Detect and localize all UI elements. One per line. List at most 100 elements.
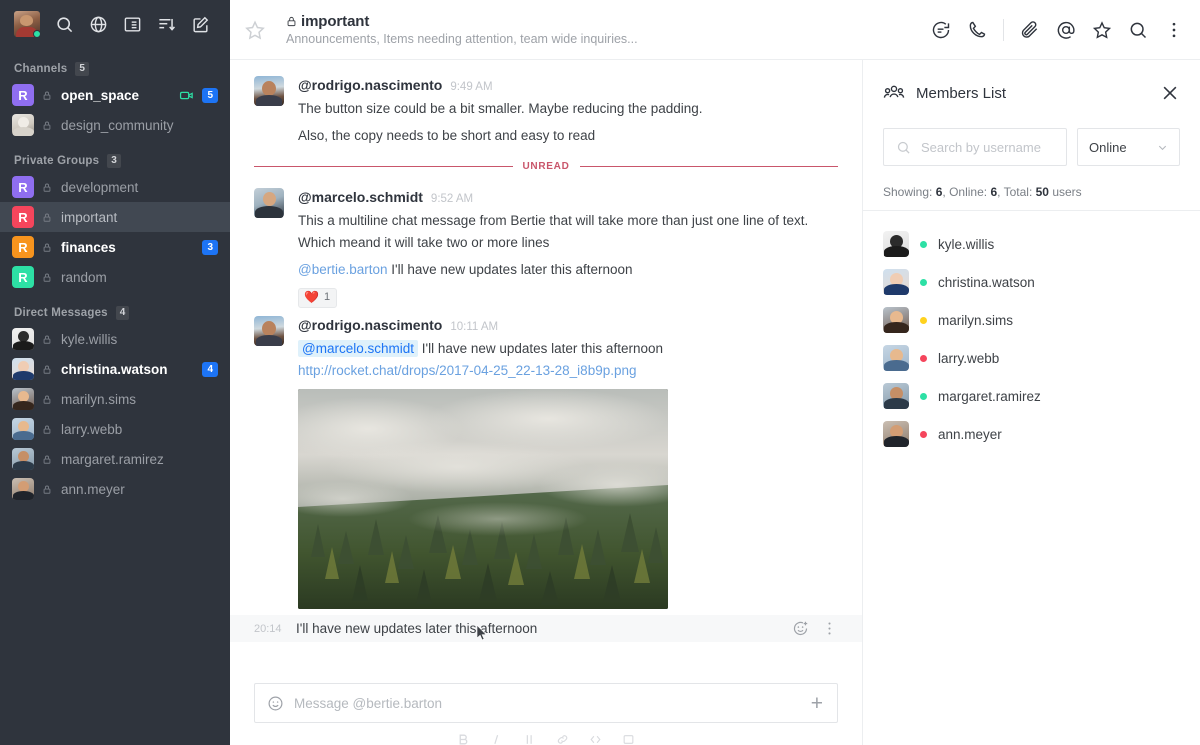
sidebar-item-important[interactable]: Rimportant xyxy=(0,202,230,232)
attachments-icon[interactable] xyxy=(1020,20,1040,40)
sidebar-item-label: important xyxy=(61,210,218,225)
status-filter-select[interactable]: Online xyxy=(1077,128,1180,166)
sidebar-item-finances[interactable]: Rfinances3 xyxy=(0,232,230,262)
avatar xyxy=(12,448,34,470)
threads-icon[interactable] xyxy=(931,20,951,40)
member-username: christina.watson xyxy=(938,275,1035,290)
starred-icon[interactable] xyxy=(1092,20,1112,40)
sidebar-section-count: 3 xyxy=(107,154,121,168)
sort-icon[interactable] xyxy=(156,14,176,34)
sidebar-item-margaret-ramirez[interactable]: margaret.ramirez xyxy=(0,444,230,474)
members-search[interactable] xyxy=(883,128,1067,166)
multiline-icon[interactable] xyxy=(622,733,635,745)
sidebar-item-open-space[interactable]: Ropen_space5 xyxy=(0,80,230,110)
heart-icon: ❤️ xyxy=(304,290,319,306)
sidebar-item-random[interactable]: Rrandom xyxy=(0,262,230,292)
avatar[interactable] xyxy=(254,316,284,346)
message-list[interactable]: @rodrigo.nascimento 9:49 AM The button s… xyxy=(230,60,862,667)
member-list-item[interactable]: larry.webb xyxy=(883,339,1180,377)
add-reaction-icon[interactable] xyxy=(792,620,809,637)
self-mention-highlight[interactable]: @marcelo.schmidt xyxy=(298,340,418,357)
members-panel-title: Members List xyxy=(916,85,1149,102)
create-new-icon[interactable] xyxy=(190,14,210,34)
members-group-icon xyxy=(883,82,905,104)
add-attachment-button[interactable]: + xyxy=(811,693,823,714)
message-row-hovered[interactable]: 20:14 I'll have new updates later this a… xyxy=(230,615,862,642)
members-panel-header: Members List xyxy=(863,60,1200,104)
sidebar-item-marilyn-sims[interactable]: marilyn.sims xyxy=(0,384,230,414)
unread-line-left xyxy=(254,166,513,167)
sidebar-section-label: Channels xyxy=(14,63,67,75)
bold-icon[interactable] xyxy=(457,733,470,745)
search-icon[interactable] xyxy=(1128,20,1148,40)
reaction-pill[interactable]: ❤️ 1 xyxy=(298,288,337,309)
search-icon xyxy=(896,140,911,155)
channel-avatar: R xyxy=(12,84,34,106)
channel-avatar: R xyxy=(12,206,34,228)
close-icon[interactable] xyxy=(1160,83,1180,103)
link-icon[interactable] xyxy=(556,733,569,745)
sidebar-item-label: development xyxy=(61,180,218,195)
strike-icon[interactable] xyxy=(523,733,536,745)
sidebar-section-header: Channels5 xyxy=(0,48,230,80)
message: @rodrigo.nascimento 10:11 AM @marcelo.sc… xyxy=(230,310,862,611)
message-author[interactable]: @marcelo.schmidt xyxy=(298,189,423,205)
video-call-icon[interactable] xyxy=(179,88,194,103)
kebab-icon[interactable] xyxy=(821,620,838,637)
message-input[interactable] xyxy=(294,696,801,711)
header-actions xyxy=(931,19,1184,41)
sidebar-item-label: random xyxy=(61,270,218,285)
status-filter-value: Online xyxy=(1089,140,1127,155)
member-username: kyle.willis xyxy=(938,237,994,252)
presence-indicator xyxy=(33,30,40,37)
member-username: margaret.ramirez xyxy=(938,389,1041,404)
formatting-toolbar xyxy=(254,723,838,745)
message-author[interactable]: @rodrigo.nascimento xyxy=(298,77,442,93)
sidebar-item-development[interactable]: Rdevelopment xyxy=(0,172,230,202)
globe-icon[interactable] xyxy=(88,14,108,34)
member-list-item[interactable]: ann.meyer xyxy=(883,415,1180,453)
channel-avatar: R xyxy=(12,176,34,198)
avatar[interactable] xyxy=(254,188,284,218)
members-panel: Members List Online Sh xyxy=(862,60,1200,745)
unread-badge: 4 xyxy=(202,362,218,377)
sidebar-topbar xyxy=(0,0,230,48)
message-text: Also, the copy needs to be short and eas… xyxy=(298,126,838,147)
message-composer[interactable]: + xyxy=(254,683,838,723)
message-author[interactable]: @rodrigo.nascimento xyxy=(298,317,442,333)
smiley-icon[interactable] xyxy=(267,695,284,712)
member-list-item[interactable]: marilyn.sims xyxy=(883,301,1180,339)
search-input[interactable] xyxy=(921,140,1054,155)
sidebar-item-label: christina.watson xyxy=(61,362,194,377)
image-attachment[interactable] xyxy=(298,389,668,609)
avatar xyxy=(883,231,909,257)
user-avatar[interactable] xyxy=(14,11,40,37)
search-icon[interactable] xyxy=(54,14,74,34)
favorite-star-icon[interactable] xyxy=(244,19,266,41)
avatar xyxy=(883,307,909,333)
message-text: The button size could be a bit smaller. … xyxy=(298,99,838,120)
sidebar-item-design-community[interactable]: design_community xyxy=(0,110,230,140)
avatar xyxy=(12,388,34,410)
member-list-item[interactable]: margaret.ramirez xyxy=(883,377,1180,415)
sidebar-item-christina-watson[interactable]: christina.watson 4 xyxy=(0,354,230,384)
members-controls: Online xyxy=(863,104,1200,166)
kebab-icon[interactable] xyxy=(1164,20,1184,40)
members-list: kyle.willis christina.watson marilyn.simsl… xyxy=(863,211,1200,453)
phone-icon[interactable] xyxy=(967,20,987,40)
message-text-with-mention: @marcelo.schmidt I'll have new updates l… xyxy=(298,339,838,360)
member-list-item[interactable]: kyle.willis xyxy=(883,225,1180,263)
italic-icon[interactable] xyxy=(490,733,503,745)
message: @rodrigo.nascimento 9:49 AM The button s… xyxy=(230,70,862,149)
attachment-url-link[interactable]: http://rocket.chat/drops/2017-04-25_22-1… xyxy=(298,363,637,378)
mentions-icon[interactable] xyxy=(1056,20,1076,40)
code-icon[interactable] xyxy=(589,733,602,745)
avatar[interactable] xyxy=(254,76,284,106)
sidebar-item-larry-webb[interactable]: larry.webb xyxy=(0,414,230,444)
sidebar-item-ann-meyer[interactable]: ann.meyer xyxy=(0,474,230,504)
header-divider xyxy=(1003,19,1004,41)
member-list-item[interactable]: christina.watson xyxy=(883,263,1180,301)
directory-icon[interactable] xyxy=(122,14,142,34)
sidebar-item-kyle-willis[interactable]: kyle.willis xyxy=(0,324,230,354)
user-mention-link[interactable]: @bertie.barton xyxy=(298,262,388,277)
